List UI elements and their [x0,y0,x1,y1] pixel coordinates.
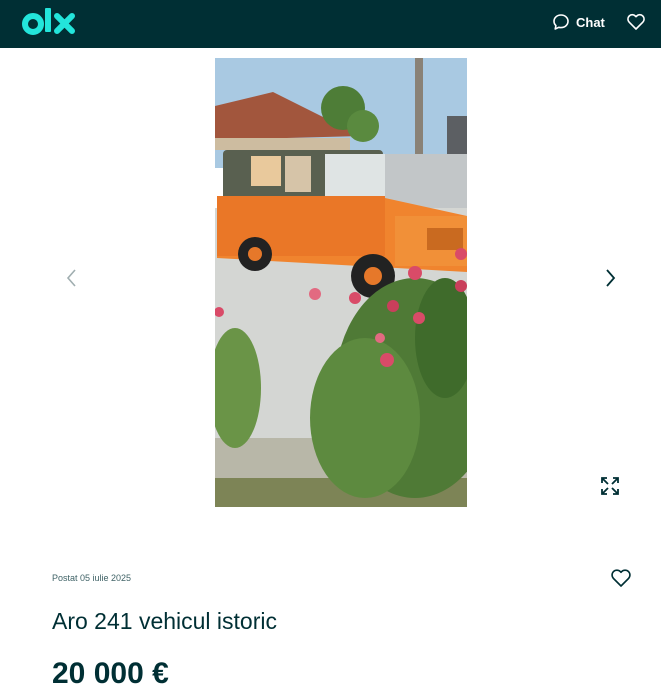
chevron-left-icon[interactable] [60,266,84,290]
heart-outline-icon[interactable] [610,567,632,589]
listing-photo[interactable] [215,58,467,507]
chat-label: Chat [576,14,605,30]
chat-bubble-icon [553,14,569,30]
chevron-right-icon[interactable] [598,266,622,290]
chat-button[interactable]: Chat [552,11,605,33]
listing-title: Aro 241 vehicul istoric [52,608,277,634]
favorites-heart-icon[interactable] [626,12,646,32]
fullscreen-expand-icon[interactable] [599,475,621,497]
listing-price: 20 000 € [52,657,169,690]
posted-date: Postat 05 iulie 2025 [52,573,132,583]
olx-logo[interactable]: olx [22,5,82,41]
top-header-bar: olx Chat [0,0,661,48]
image-gallery [0,48,661,518]
